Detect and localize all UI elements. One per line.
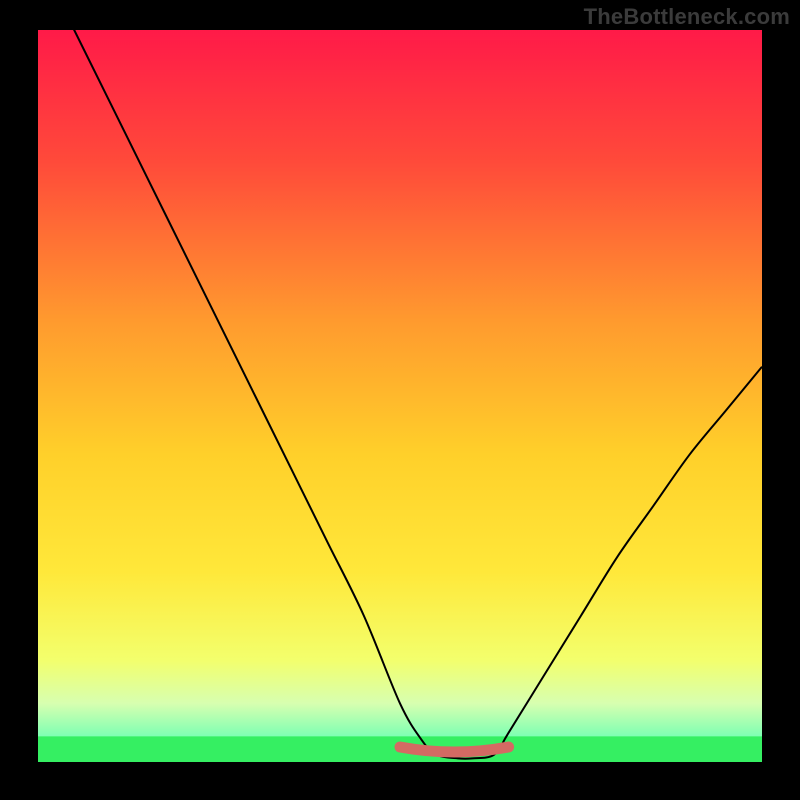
plot-area [38,30,762,762]
optimal-range-marker [400,747,509,752]
chart-frame: TheBottleneck.com [0,0,800,800]
watermark-text: TheBottleneck.com [584,4,790,30]
bottleneck-chart [38,30,762,762]
gradient-background [38,30,762,762]
